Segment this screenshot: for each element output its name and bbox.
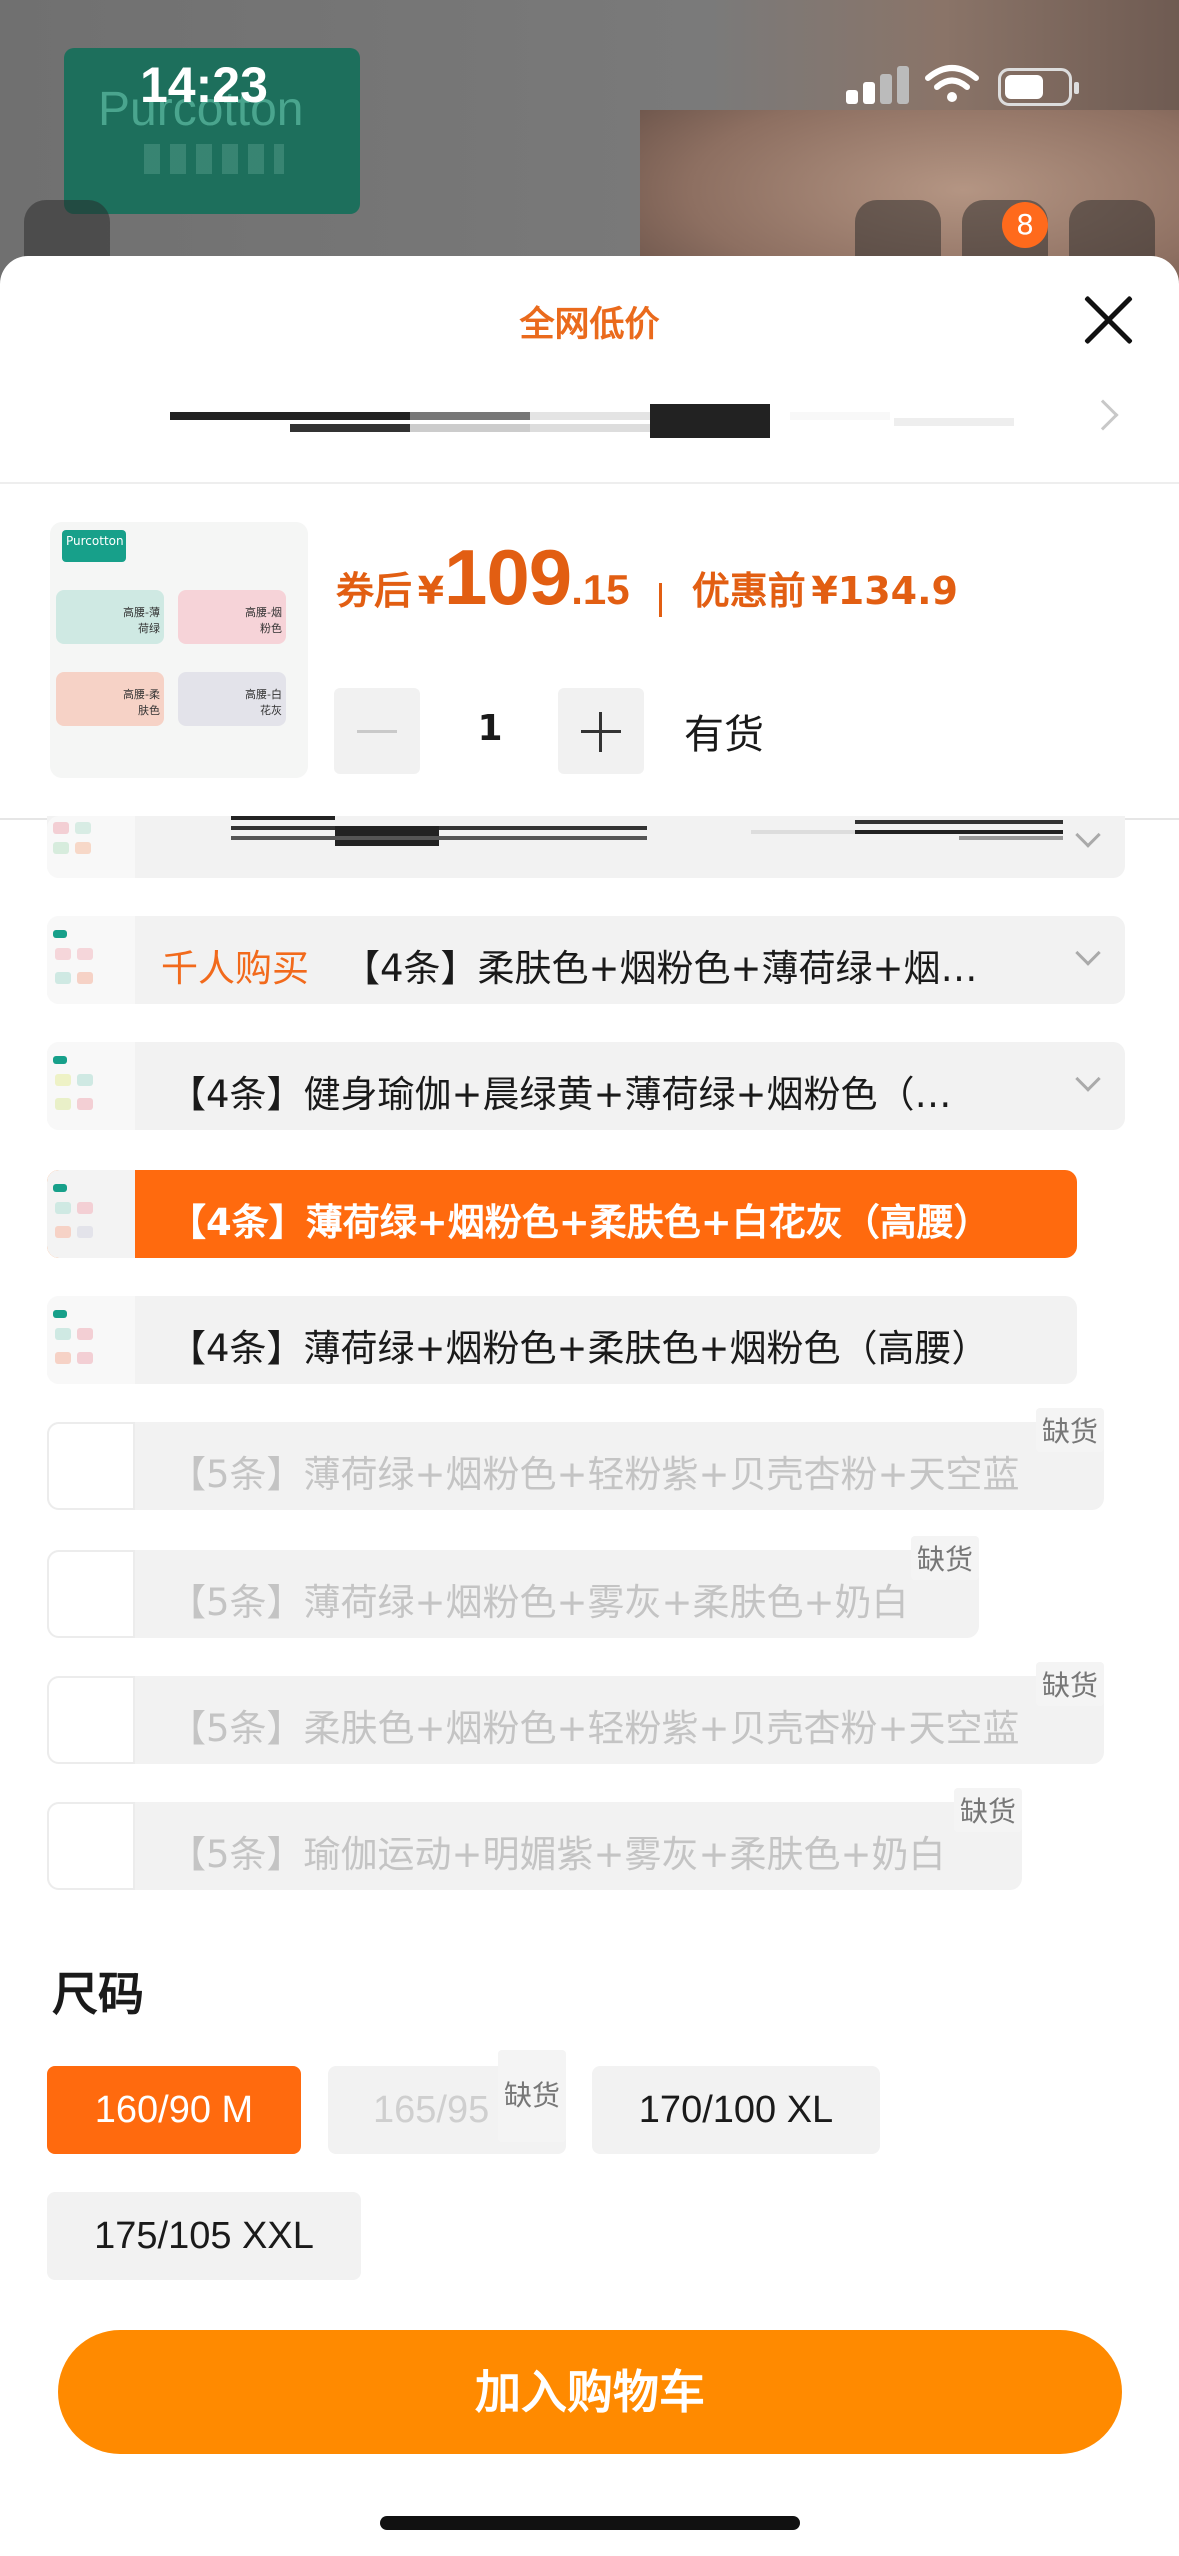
wifi-icon [925, 65, 979, 102]
option-label: 【5条】柔肤色+烟粉色+轻粉紫+贝壳杏粉+天空蓝 [169, 1707, 1020, 1750]
option-thumbnail [47, 1170, 135, 1258]
color-swatch-strip[interactable] [170, 404, 1014, 438]
chevron-right-icon[interactable] [1087, 399, 1119, 431]
chevron-down-icon [1075, 940, 1101, 966]
increase-quantity-button[interactable] [558, 688, 644, 774]
home-indicator [380, 2516, 800, 2530]
option-label: 【5条】薄荷绿+烟粉色+雾灰+柔肤色+奶白 [169, 1581, 909, 1624]
thumb-label: 高腰-白花灰 [178, 672, 286, 726]
original-price: 134.9 [837, 569, 958, 613]
price-integer: 109 [444, 533, 572, 621]
size-option-selected[interactable]: 160/90 M [47, 2066, 301, 2154]
signal-icon [846, 66, 914, 104]
chevron-down-icon [1075, 822, 1101, 848]
option-partial[interactable] [47, 816, 1125, 878]
product-thumbnail[interactable]: Purcotton 高腰-薄荷绿 高腰-烟粉色 高腰-柔肤色 高腰-白花灰 [50, 522, 308, 778]
currency-symbol: ¥ [811, 569, 838, 613]
option-item-disabled[interactable]: 【5条】柔肤色+烟粉色+轻粉紫+贝壳杏粉+天空蓝 缺货 [47, 1662, 1104, 1764]
option-thumbnail [47, 1042, 135, 1130]
popular-tag: 千人购买 [161, 947, 309, 990]
option-thumbnail [47, 1550, 135, 1638]
size-option-disabled[interactable]: 165/95 L 缺货 [328, 2050, 566, 2154]
option-label: 【5条】薄荷绿+烟粉色+轻粉紫+贝壳杏粉+天空蓝 [169, 1453, 1020, 1496]
option-item[interactable]: 【4条】薄荷绿+烟粉色+柔肤色+烟粉色（高腰） [47, 1296, 1077, 1384]
currency-symbol: ¥ [417, 569, 445, 613]
price-decimal: .15 [571, 566, 630, 613]
cart-count-badge: 8 [1002, 202, 1048, 248]
thumb-label: 高腰-薄荷绿 [56, 590, 164, 644]
size-option[interactable]: 175/105 XXL [47, 2192, 361, 2280]
out-of-stock-badge: 缺货 [497, 2050, 566, 2142]
chevron-down-icon [1075, 1066, 1101, 1092]
quantity-value[interactable]: 1 [460, 708, 520, 749]
option-item-disabled[interactable]: 【5条】瑜伽运动+明媚紫+雾灰+柔肤色+奶白 缺货 [47, 1788, 1022, 1890]
out-of-stock-badge: 缺货 [1035, 1662, 1104, 1706]
out-of-stock-badge: 缺货 [953, 1788, 1022, 1832]
out-of-stock-badge: 缺货 [1035, 1408, 1104, 1452]
size-option[interactable]: 170/100 XL [592, 2066, 880, 2154]
option-label: 【4条】薄荷绿+烟粉色+柔肤色+烟粉色（高腰） [169, 1327, 989, 1370]
divider [0, 482, 1179, 484]
price-block: 券后 ¥109.15 优惠前 ¥134.9 [336, 532, 958, 623]
size-section-title: 尺码 [52, 1967, 144, 2021]
decrease-quantity-button[interactable] [334, 688, 420, 774]
out-of-stock-badge: 缺货 [910, 1536, 979, 1580]
option-thumbnail [47, 1802, 135, 1890]
option-swatch-strip [231, 816, 1063, 846]
close-icon[interactable] [1080, 292, 1136, 348]
stock-status: 有货 [684, 712, 764, 758]
sheet-title: 全网低价 [519, 305, 660, 345]
status-time: 14:23 [140, 57, 268, 113]
option-label: 【4条】健身瑜伽+晨绿黄+薄荷绿+烟粉色（… [169, 1073, 952, 1116]
option-item-selected[interactable]: 【4条】薄荷绿+烟粉色+柔肤色+白花灰（高腰） [47, 1170, 1077, 1258]
coupon-price-label: 券后 [336, 569, 413, 613]
option-label: 【4条】柔肤色+烟粉色+薄荷绿+烟… [343, 947, 978, 990]
thumb-logo: Purcotton [62, 530, 126, 562]
option-label: 【4条】薄荷绿+烟粉色+柔肤色+白花灰（高腰） [169, 1201, 991, 1244]
status-bar: 14:23 [0, 0, 1179, 150]
option-item[interactable]: 【4条】健身瑜伽+晨绿黄+薄荷绿+烟粉色（… [47, 1042, 1125, 1130]
original-price-label: 优惠前 [691, 569, 806, 613]
add-to-cart-button[interactable]: 加入购物车 [58, 2330, 1122, 2454]
option-thumbnail [47, 1422, 135, 1510]
battery-icon [998, 68, 1079, 106]
option-item-disabled[interactable]: 【5条】薄荷绿+烟粉色+雾灰+柔肤色+奶白 缺货 [47, 1536, 979, 1638]
thumb-label: 高腰-烟粉色 [178, 590, 286, 644]
option-thumbnail [47, 916, 135, 1004]
option-label: 【5条】瑜伽运动+明媚紫+雾灰+柔肤色+奶白 [169, 1833, 946, 1876]
option-thumbnail [47, 1296, 135, 1384]
option-thumbnail [47, 1676, 135, 1764]
option-item-disabled[interactable]: 【5条】薄荷绿+烟粉色+轻粉紫+贝壳杏粉+天空蓝 缺货 [47, 1408, 1104, 1510]
option-item[interactable]: 千人购买 【4条】柔肤色+烟粉色+薄荷绿+烟… [47, 916, 1125, 1004]
thumb-label: 高腰-柔肤色 [56, 672, 164, 726]
